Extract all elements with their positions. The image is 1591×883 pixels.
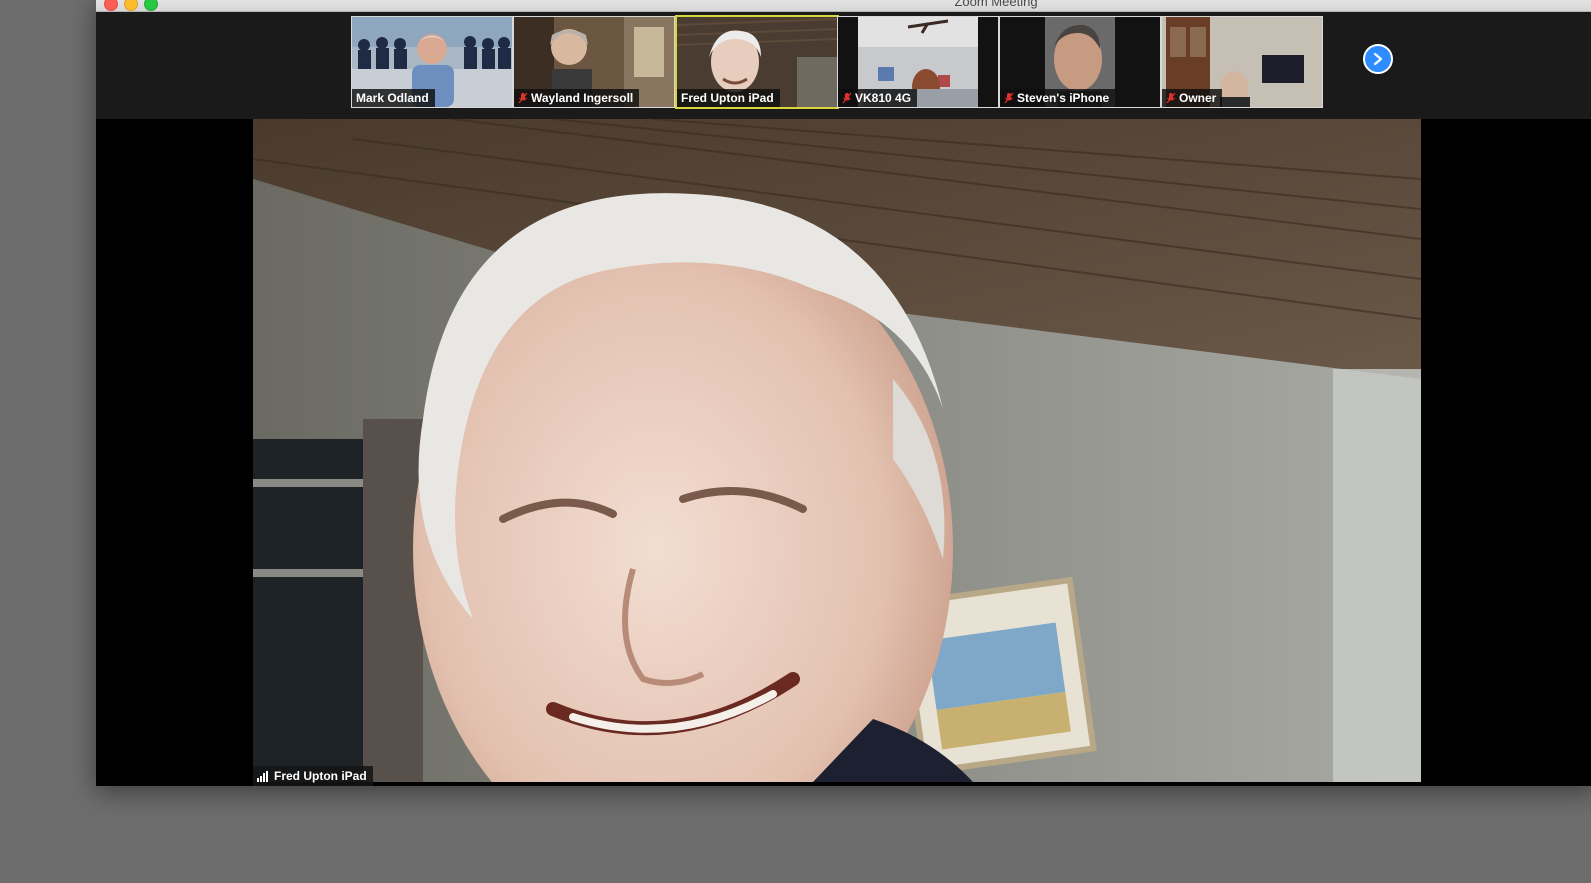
active-speaker-name-tag: Fred Upton iPad xyxy=(253,766,373,786)
participant-name: Wayland Ingersoll xyxy=(531,91,634,105)
participant-name: VK810 4G xyxy=(855,91,912,105)
participant-tile[interactable]: Owner xyxy=(1161,16,1323,108)
participant-name-tag: Fred Upton iPad xyxy=(677,89,780,107)
participant-name: Mark Odland xyxy=(356,91,429,105)
participant-tile[interactable]: Steven's iPhone xyxy=(999,16,1161,108)
participant-name-tag: Wayland Ingersoll xyxy=(514,89,640,107)
chevron-right-icon xyxy=(1373,52,1383,66)
participant-name: Owner xyxy=(1179,91,1217,105)
participant-tile[interactable]: Wayland Ingersoll xyxy=(513,16,675,108)
title-bar: Zoom Meeting xyxy=(96,0,1591,12)
participant-tile-active[interactable]: Fred Upton iPad xyxy=(675,15,839,109)
participant-tile[interactable]: Mark Odland xyxy=(351,16,513,108)
microphone-muted-icon xyxy=(842,92,852,104)
active-speaker-video xyxy=(253,119,1421,782)
desktop-background: Zoom Meeting Mark Odland Wayland Ingerso… xyxy=(0,0,1591,883)
participant-name-tag: Mark Odland xyxy=(352,89,435,107)
zoom-window: Zoom Meeting Mark Odland Wayland Ingerso… xyxy=(96,0,1591,786)
participant-name-tag: Owner xyxy=(1162,89,1223,107)
participant-name-tag: VK810 4G xyxy=(838,89,918,107)
participant-strip: Mark Odland Wayland Ingersoll Fred Upton… xyxy=(96,12,1591,116)
active-speaker-area: Fred Upton iPad xyxy=(96,119,1591,786)
signal-bars-icon xyxy=(257,770,268,782)
participant-name: Fred Upton iPad xyxy=(681,91,774,105)
participant-name-tag: Steven's iPhone xyxy=(1000,89,1116,107)
microphone-muted-icon xyxy=(1166,92,1176,104)
speaker-video-image xyxy=(253,119,1421,782)
microphone-muted-icon xyxy=(1004,92,1014,104)
active-speaker-name: Fred Upton iPad xyxy=(274,769,367,783)
participant-tile[interactable]: VK810 4G xyxy=(837,16,999,108)
microphone-muted-icon xyxy=(518,92,528,104)
next-page-button[interactable] xyxy=(1363,44,1393,74)
window-title: Zoom Meeting xyxy=(954,0,1038,9)
participant-name: Steven's iPhone xyxy=(1017,91,1110,105)
